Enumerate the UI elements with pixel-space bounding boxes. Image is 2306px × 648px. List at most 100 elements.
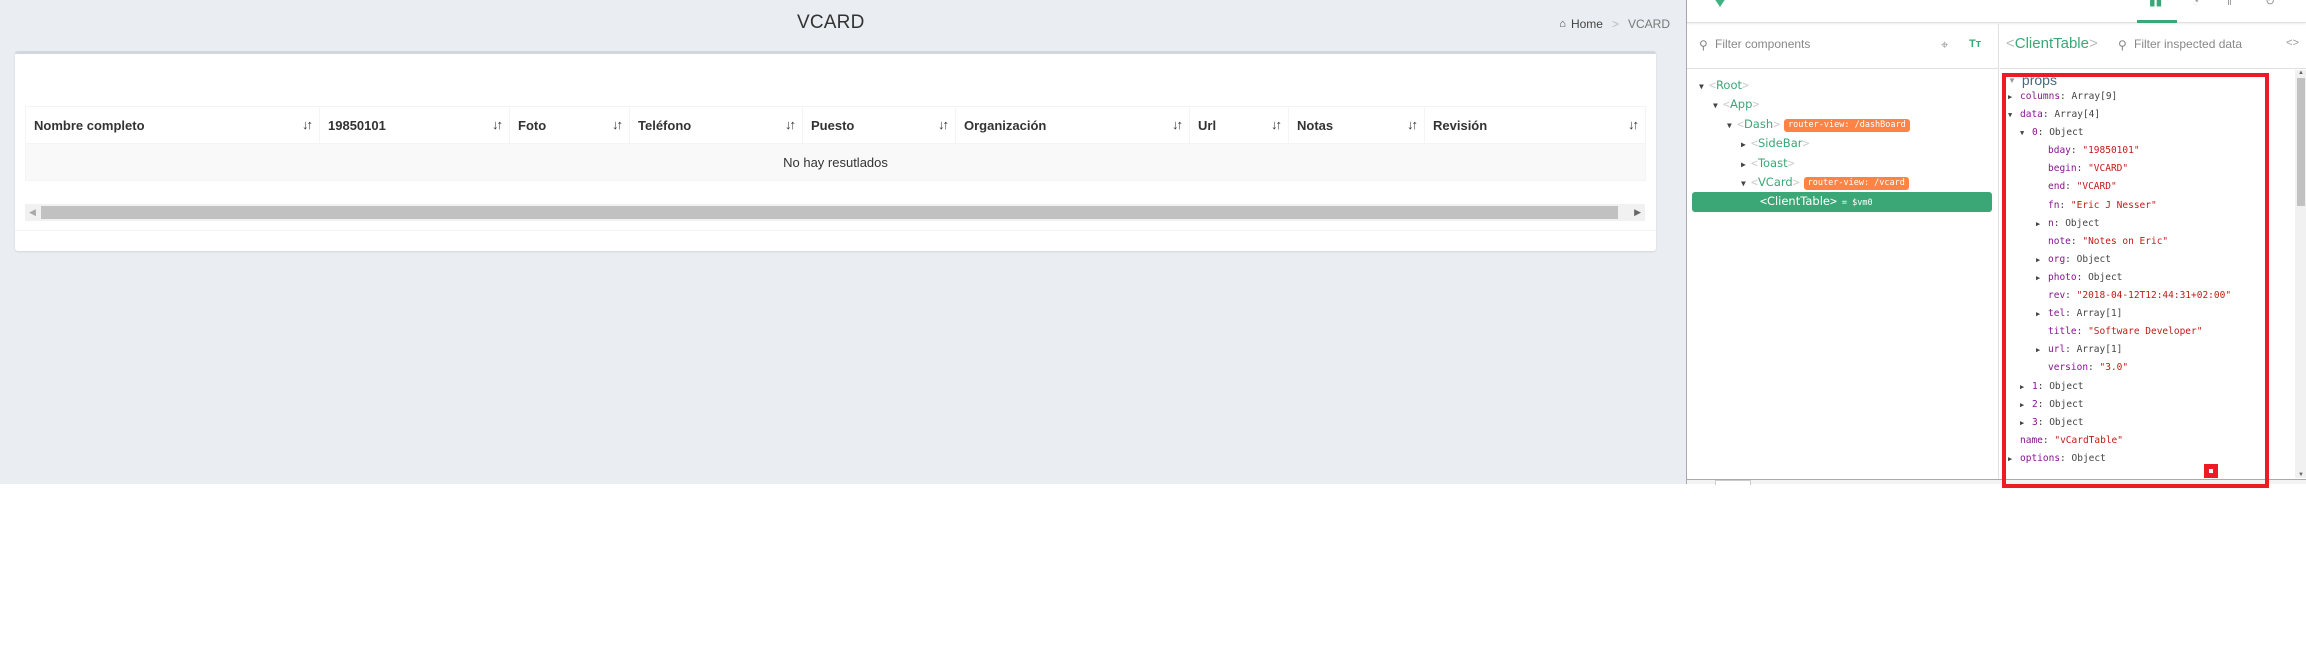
filter-inspected-input[interactable] bbox=[2134, 37, 2264, 51]
prop-row[interactable]: ▼ 0: Object bbox=[2000, 124, 2288, 142]
expanded-arrow-icon[interactable]: ▼ bbox=[2008, 106, 2012, 124]
sort-icon[interactable]: ↓↑ bbox=[1628, 117, 1639, 132]
prop-row[interactable]: ▶ url: Array[1] bbox=[2000, 341, 2288, 359]
prop-value: Object bbox=[2065, 217, 2100, 229]
scroll-down-icon[interactable]: ▼ bbox=[2298, 472, 2304, 478]
collapsed-arrow-icon[interactable]: ▶ bbox=[1741, 135, 1751, 154]
prop-row[interactable]: ▶ columns: Array[9] bbox=[2000, 88, 2288, 106]
prop-key: name bbox=[2020, 434, 2043, 446]
breadcrumb-home-link[interactable]: Home bbox=[1571, 17, 1603, 31]
prop-row[interactable]: ▶ options: Object bbox=[2000, 450, 2288, 468]
expanded-arrow-icon[interactable]: ▼ bbox=[1699, 77, 1709, 96]
inspector-pane: <ClientTable> ⚲ <> ▼props ▶columns: Arra… bbox=[2000, 24, 2306, 479]
select-target-icon[interactable]: ⌖ bbox=[1941, 37, 1948, 53]
collapsed-arrow-icon[interactable]: ▶ bbox=[2036, 341, 2040, 359]
prop-row[interactable]: ▶ org: Object bbox=[2000, 251, 2288, 269]
tree-node-clienttable[interactable]: <ClientTable> = $vm0 bbox=[1692, 192, 1992, 212]
expanded-arrow-icon[interactable]: ▼ bbox=[1727, 116, 1737, 135]
history-icon: ◔ bbox=[2192, 0, 2200, 8]
column-header-nombre[interactable]: Nombre completo ↓↑ bbox=[25, 106, 320, 144]
prop-row: note: "Notes on Eric" bbox=[2048, 235, 2169, 247]
bottom-tab[interactable] bbox=[1715, 480, 1751, 485]
tab-refresh[interactable]: ↻ bbox=[2253, 0, 2293, 23]
sort-icon[interactable]: ↓↑ bbox=[1407, 117, 1418, 132]
vertical-scrollbar[interactable]: ▲ ▼ bbox=[2295, 70, 2306, 478]
format-names-icon[interactable]: Tт bbox=[1969, 38, 1981, 50]
column-label: Url bbox=[1198, 117, 1217, 133]
tree-node-dash[interactable]: ▼ <Dash> router-view: /dashBoard bbox=[1687, 115, 1999, 134]
expanded-arrow-icon[interactable]: ▼ bbox=[2008, 76, 2016, 85]
sort-icon[interactable]: ↓↑ bbox=[492, 117, 503, 132]
prop-row[interactable]: ▶ n: Object bbox=[2000, 215, 2288, 233]
prop-row: end: "VCARD" bbox=[2048, 181, 2117, 193]
collapsed-arrow-icon[interactable]: ▶ bbox=[2036, 215, 2040, 233]
collapsed-arrow-icon[interactable]: ▶ bbox=[2008, 450, 2012, 468]
scroll-left-icon[interactable]: ◀ bbox=[29, 207, 36, 218]
expanded-arrow-icon[interactable]: ▼ bbox=[1713, 96, 1723, 115]
filter-components-input[interactable] bbox=[1715, 37, 1915, 51]
column-header-url[interactable]: Url ↓↑ bbox=[1189, 106, 1289, 144]
prop-key: org bbox=[2048, 253, 2066, 265]
collapsed-arrow-icon[interactable]: ▶ bbox=[2036, 305, 2040, 323]
breadcrumb: ⌂ Home > VCARD bbox=[1559, 17, 1670, 31]
tree-node-root[interactable]: ▼ <Root> bbox=[1687, 76, 1999, 95]
expanded-arrow-icon[interactable]: ▼ bbox=[1741, 174, 1751, 193]
components-pane: ⚲ ⌖ Tт ▼<Root> ▼<App> ▼<Dash>router-view… bbox=[1687, 24, 1999, 479]
column-header-puesto[interactable]: Puesto ↓↑ bbox=[802, 106, 956, 144]
prop-value: "Notes on Eric" bbox=[2082, 235, 2169, 247]
breadcrumb-current: VCARD bbox=[1627, 17, 1670, 31]
column-label: Nombre completo bbox=[34, 117, 145, 133]
empty-message: No hay resutlados bbox=[25, 143, 1646, 181]
column-label: Teléfono bbox=[638, 117, 692, 133]
scrollbar-thumb[interactable] bbox=[2297, 78, 2305, 206]
scroll-up-icon[interactable]: ▲ bbox=[2298, 70, 2304, 76]
column-header-organizacion[interactable]: Organización ↓↑ bbox=[955, 106, 1190, 144]
column-header-telefono[interactable]: Teléfono ↓↑ bbox=[629, 106, 803, 144]
tree-node-sidebar[interactable]: ▶ <SideBar> bbox=[1687, 134, 1999, 153]
collapsed-arrow-icon[interactable]: ▶ bbox=[2036, 269, 2040, 287]
prop-key: data bbox=[2020, 109, 2043, 121]
sort-icon[interactable]: ↓↑ bbox=[302, 117, 313, 132]
scroll-right-icon[interactable]: ▶ bbox=[1634, 207, 1641, 218]
collapsed-arrow-icon[interactable]: ▶ bbox=[2036, 251, 2040, 269]
column-header-revision[interactable]: Revisión ↓↑ bbox=[1424, 106, 1646, 144]
search-icon: ⚲ bbox=[2118, 38, 2127, 52]
prop-key: begin bbox=[2048, 163, 2077, 175]
collapsed-arrow-icon[interactable]: ▶ bbox=[2020, 414, 2024, 432]
collapsed-arrow-icon[interactable]: ▶ bbox=[2020, 396, 2024, 414]
vm-reference: = $vm0 bbox=[1841, 198, 1873, 209]
scrollbar-thumb[interactable] bbox=[41, 206, 1618, 219]
prop-row[interactable]: ▶ 1: Object bbox=[2000, 378, 2288, 396]
prop-row[interactable]: ▼ data: Array[4] bbox=[2000, 106, 2288, 124]
sort-icon[interactable]: ↓↑ bbox=[1271, 117, 1282, 132]
inspect-dom-icon[interactable]: <> bbox=[2286, 37, 2299, 49]
prop-value: "VCARD" bbox=[2076, 181, 2117, 193]
sort-icon[interactable]: ↓↑ bbox=[612, 117, 623, 132]
tab-vuex[interactable]: ◔ bbox=[2180, 0, 2220, 23]
tree-node-toast[interactable]: ▶ <Toast> bbox=[1687, 154, 1999, 173]
horizontal-scrollbar[interactable]: ◀ ▶ bbox=[25, 204, 1645, 221]
prop-row[interactable]: ▶ tel: Array[1] bbox=[2000, 305, 2288, 323]
prop-value: "VCARD" bbox=[2088, 163, 2129, 175]
collapsed-arrow-icon[interactable]: ▶ bbox=[2008, 88, 2012, 106]
sort-icon[interactable]: ↓↑ bbox=[938, 117, 949, 132]
tree-node-vcard[interactable]: ▼ <VCard> router-view: /vcard bbox=[1687, 173, 1999, 192]
collapsed-arrow-icon[interactable]: ▶ bbox=[2020, 378, 2024, 396]
prop-key: photo bbox=[2048, 271, 2077, 283]
tree-node-app[interactable]: ▼ <App> bbox=[1687, 95, 1999, 114]
collapsed-arrow-icon[interactable]: ▶ bbox=[1741, 155, 1751, 174]
sort-icon[interactable]: ↓↑ bbox=[785, 117, 796, 132]
tab-events[interactable]: ǁ bbox=[2215, 0, 2255, 23]
prop-row[interactable]: ▶ photo: Object bbox=[2000, 269, 2288, 287]
sort-icon[interactable]: ↓↑ bbox=[1172, 117, 1183, 132]
column-header-bday[interactable]: 19850101 ↓↑ bbox=[319, 106, 510, 144]
prop-row[interactable]: ▶ 2: Object bbox=[2000, 396, 2288, 414]
annotation-marker bbox=[2204, 464, 2218, 478]
prop-value: Array[1] bbox=[2076, 344, 2123, 356]
prop-row[interactable]: ▶ 3: Object bbox=[2000, 414, 2288, 432]
tab-components[interactable]: ▮▮ bbox=[2137, 0, 2177, 23]
column-header-notas[interactable]: Notas ↓↑ bbox=[1288, 106, 1425, 144]
prop-value: Object bbox=[2076, 253, 2111, 265]
expanded-arrow-icon[interactable]: ▼ bbox=[2020, 124, 2024, 142]
column-header-foto[interactable]: Foto ↓↑ bbox=[509, 106, 630, 144]
